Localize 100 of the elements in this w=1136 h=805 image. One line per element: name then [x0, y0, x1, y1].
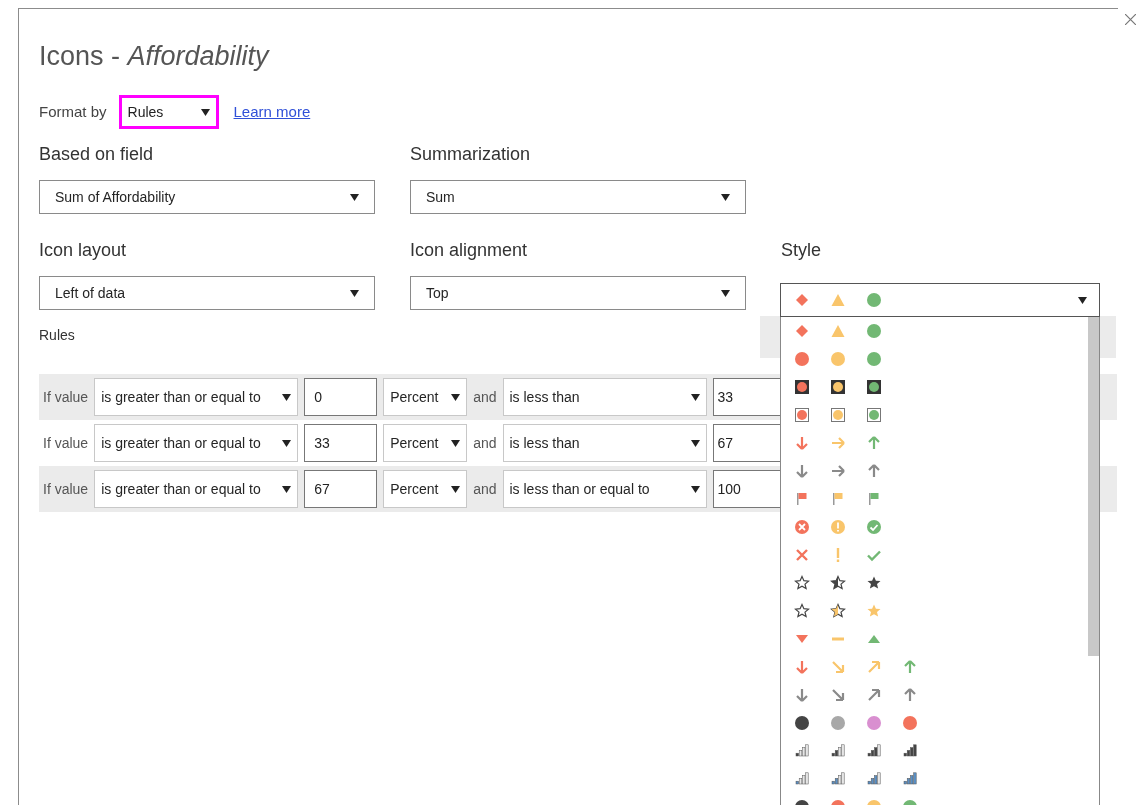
arrow-up-right-icon: [866, 659, 882, 675]
cross-circle-icon: [794, 519, 810, 535]
caret-icon: [282, 485, 292, 493]
arrow-down-right-icon: [830, 687, 846, 703]
format-by-dropdown[interactable]: Rules: [118, 95, 219, 129]
dropdown[interactable]: Top: [410, 276, 746, 310]
exclamation-circle-icon: [830, 519, 846, 535]
circle-icon: [902, 715, 918, 731]
arrow-down-icon: [794, 463, 810, 479]
star-icon: [866, 575, 882, 591]
signal-bars-icon: [866, 743, 882, 759]
traffic-light-icon: [794, 379, 810, 395]
caret-icon: [690, 439, 700, 447]
circle-icon: [866, 351, 882, 367]
half-star-icon: [830, 603, 846, 619]
traffic-light-icon: [794, 407, 810, 423]
arrow-down-icon: [794, 435, 810, 451]
learn-more-link[interactable]: Learn more: [233, 100, 311, 124]
flag-icon: [830, 491, 846, 507]
flag-icon: [794, 491, 810, 507]
value-input[interactable]: 67: [304, 470, 378, 508]
traffic-light-icon: [866, 407, 882, 423]
arrow-down-right-icon: [830, 659, 846, 675]
row-label: If value: [43, 388, 89, 407]
check-circle-icon: [866, 519, 882, 535]
cross-icon: [794, 547, 810, 563]
arrow-up-icon: [866, 463, 882, 479]
caret-icon: [721, 289, 730, 297]
row-label: and: [473, 388, 497, 407]
rules-label: Rules: [39, 326, 76, 345]
caret-icon: [451, 439, 461, 447]
row-label: If value: [43, 434, 89, 453]
circle-icon: [830, 351, 846, 367]
caret-icon: [690, 485, 700, 493]
caret-icon: [1078, 296, 1087, 304]
caret-icon: [721, 193, 730, 201]
caret-icon: [451, 485, 461, 493]
circle-icon: [866, 715, 882, 731]
signal-bars-icon: [794, 743, 810, 759]
traffic-light-icon: [866, 379, 882, 395]
circle-icon: [794, 351, 810, 367]
star-icon: [866, 603, 882, 619]
signal-bars-icon: [902, 743, 918, 759]
caret-icon: [690, 393, 700, 401]
traffic-light-icon: [830, 407, 846, 423]
dropdown[interactable]: is greater than or equal to: [94, 424, 299, 462]
flag-icon: [866, 491, 882, 507]
circle-icon: [794, 715, 810, 731]
signal-bars-icon: [830, 771, 846, 787]
dropdown[interactable]: Sum: [410, 180, 746, 214]
close-icon[interactable]: [1125, 14, 1136, 25]
arrow-right-icon: [830, 435, 846, 451]
signal-bars-icon: [794, 771, 810, 787]
triangle-icon: [830, 292, 846, 308]
arrow-down-icon: [794, 687, 810, 703]
triangle-icon: [830, 323, 846, 339]
half-star-icon: [830, 575, 846, 591]
signal-bars-icon: [866, 771, 882, 787]
value-input[interactable]: 33: [304, 424, 378, 462]
caret-icon: [282, 393, 292, 401]
circle-icon: [866, 292, 882, 308]
field-label: Summarization: [410, 143, 532, 166]
style-dropdown[interactable]: [780, 283, 1100, 317]
row-label: and: [473, 434, 497, 453]
field-label: Style: [781, 239, 823, 262]
caret-icon: [350, 289, 359, 297]
arrow-up-right-icon: [866, 687, 882, 703]
dropdown[interactable]: Sum of Affordability: [39, 180, 375, 214]
dropdown[interactable]: is greater than or equal to: [94, 470, 299, 508]
dropdown[interactable]: Percent: [383, 424, 468, 462]
circle-icon: [866, 323, 882, 339]
dropdown[interactable]: Percent: [383, 470, 468, 508]
diamond-icon: [794, 323, 810, 339]
value-input[interactable]: 0: [304, 378, 378, 416]
dropdown[interactable]: Left of data: [39, 276, 375, 310]
arrow-down-icon: [794, 659, 810, 675]
arrow-right-icon: [830, 463, 846, 479]
traffic-light-icon: [830, 379, 846, 395]
dropdown[interactable]: is less than or equal to: [502, 470, 707, 508]
diamond-icon: [794, 292, 810, 308]
caret-icon: [200, 108, 210, 116]
dropdown[interactable]: is greater than or equal to: [94, 378, 299, 416]
dropdown[interactable]: is less than: [502, 424, 707, 462]
circle-icon: [830, 715, 846, 731]
dropdown[interactable]: is less than: [502, 378, 707, 416]
caret-icon: [451, 393, 461, 401]
dialog-title: Icons - Affordability: [39, 40, 271, 73]
field-label: Icon layout: [39, 239, 128, 262]
caret-icon: [350, 193, 359, 201]
signal-bars-icon: [902, 771, 918, 787]
field-label: Based on field: [39, 143, 155, 166]
dropdown[interactable]: Percent: [383, 378, 468, 416]
arrow-up-icon: [866, 435, 882, 451]
arrow-up-icon: [902, 687, 918, 703]
arrow-up-icon: [902, 659, 918, 675]
field-label: Icon alignment: [410, 239, 529, 262]
caret-icon: [282, 439, 292, 447]
star-outline-icon: [794, 603, 810, 619]
format-by-label: Format by: [39, 101, 107, 122]
star-outline-icon: [794, 575, 810, 591]
